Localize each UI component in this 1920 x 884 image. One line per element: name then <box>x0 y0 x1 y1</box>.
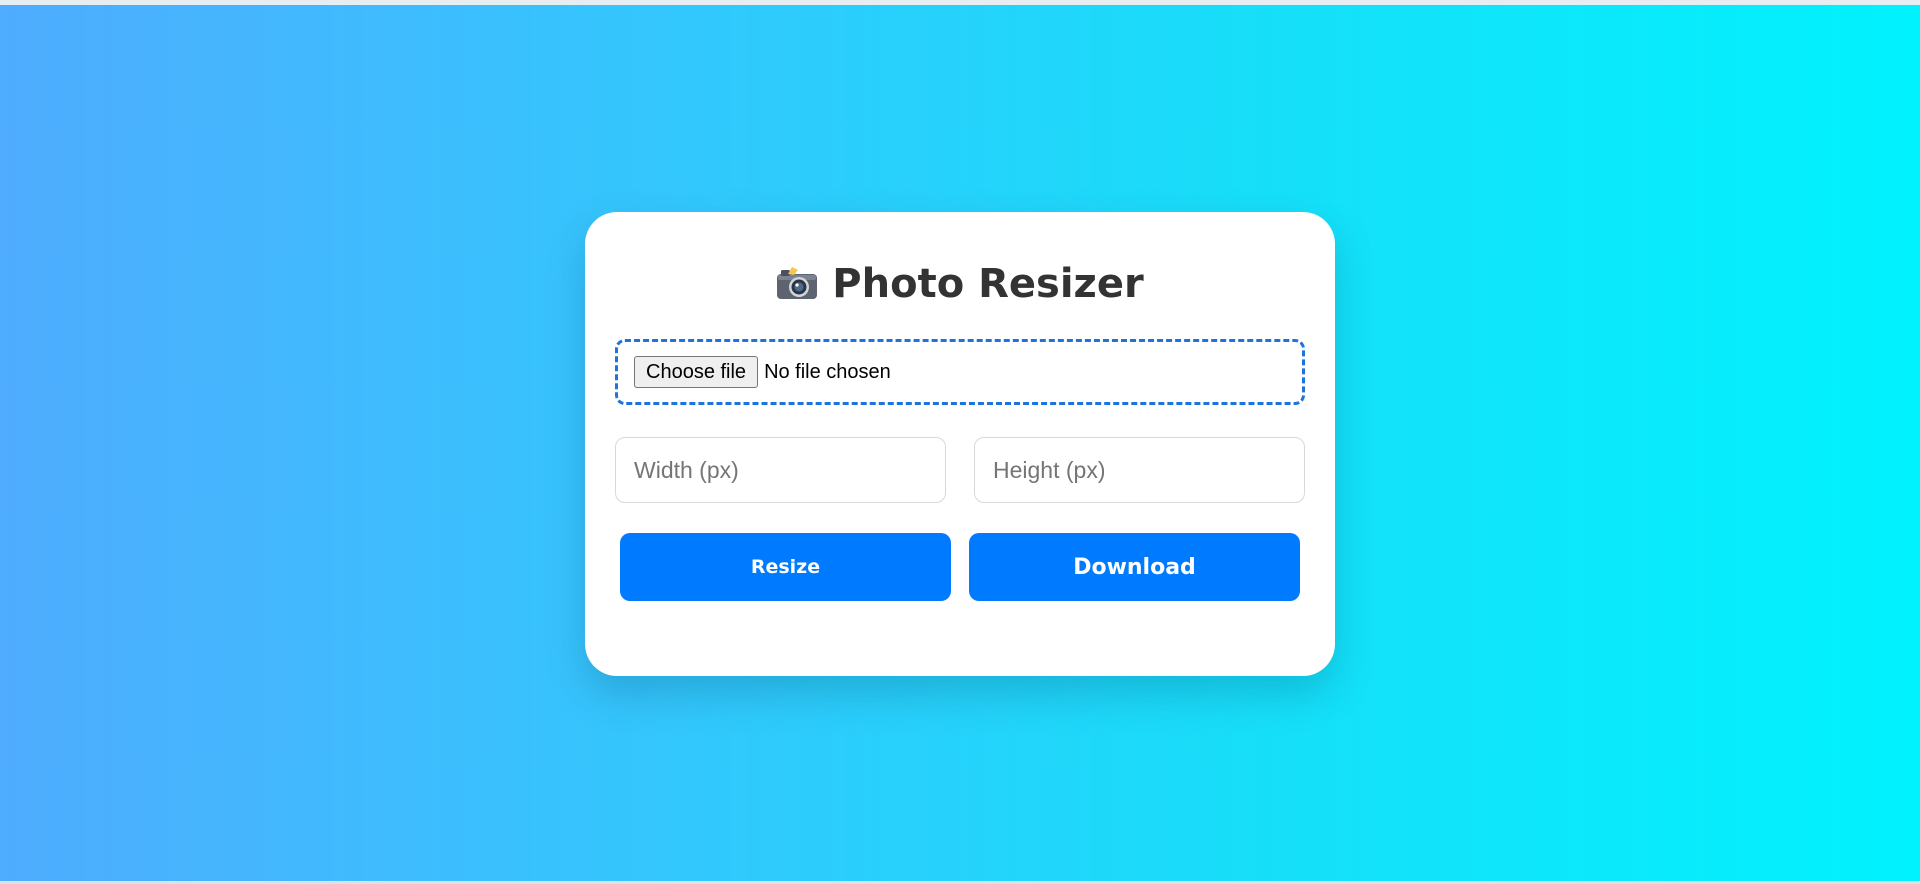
top-border <box>0 0 1920 5</box>
file-upload-zone[interactable]: Choose file No file chosen <box>615 339 1305 405</box>
camera-icon <box>776 262 818 299</box>
download-button[interactable]: Download <box>969 533 1300 601</box>
choose-file-button[interactable]: Choose file <box>634 356 759 388</box>
file-status-text: No file chosen <box>764 360 891 383</box>
resize-button[interactable]: Resize <box>620 533 951 601</box>
width-input[interactable] <box>615 437 946 503</box>
page-title: Photo Resizer <box>585 258 1335 310</box>
title-text: Photo Resizer <box>832 261 1144 307</box>
photo-resizer-card: Photo Resizer Choose file No file chosen… <box>585 212 1335 676</box>
height-input[interactable] <box>974 437 1305 503</box>
